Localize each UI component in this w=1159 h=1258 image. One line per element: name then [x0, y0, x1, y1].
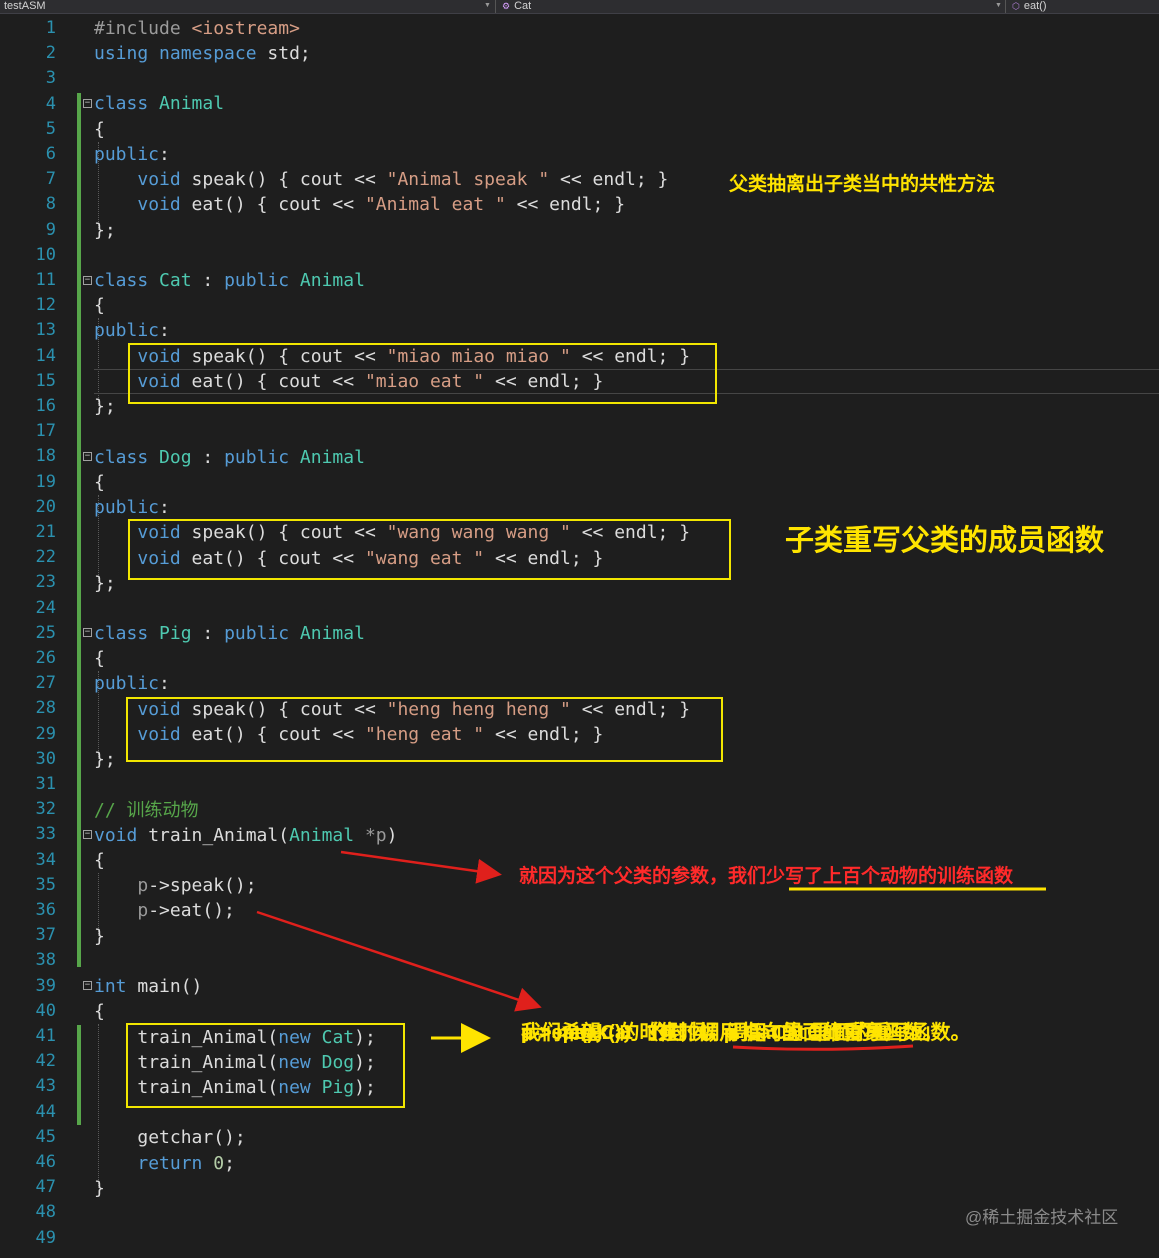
- annotation-arrows: [256, 850, 1046, 1053]
- watermark: @稀土掘金技术社区: [965, 1208, 1119, 1227]
- arrow-to-param-note: [340, 850, 502, 884]
- underline-red: [732, 1044, 914, 1051]
- arrow-to-explain: [256, 910, 542, 1012]
